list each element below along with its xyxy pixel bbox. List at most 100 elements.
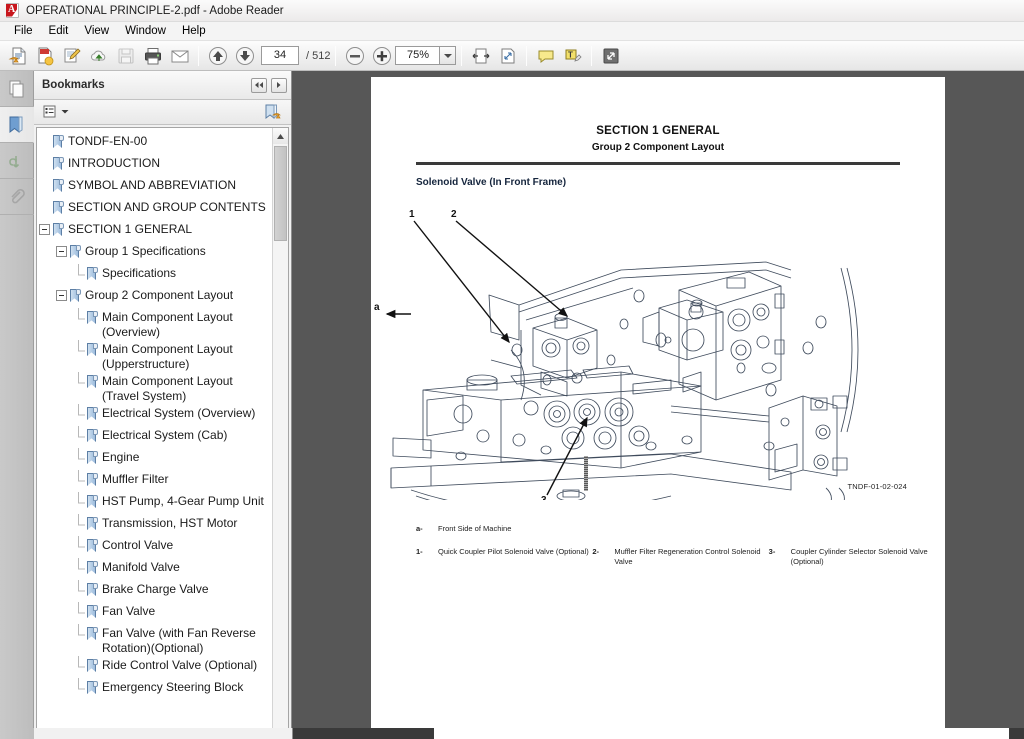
bookmark-label: SYMBOL AND ABBREVIATION	[68, 178, 237, 192]
menu-bar: File Edit View Window Help	[0, 22, 1024, 41]
menu-view[interactable]: View	[76, 23, 117, 39]
new-bookmark-icon[interactable]	[261, 102, 285, 122]
collapse-node-icon[interactable]	[56, 290, 67, 301]
bookmark-item[interactable]: Manifold Valve	[37, 558, 272, 580]
header-divider	[416, 162, 900, 165]
solenoid-valve-diagram: 1 2 3 a	[374, 209, 859, 500]
bookmarks-icon[interactable]	[0, 107, 34, 143]
legend-key-2: 2-	[592, 547, 599, 556]
collapse-panel-icon[interactable]	[251, 77, 267, 93]
zoom-out-icon[interactable]	[341, 43, 368, 69]
twisty-placeholder	[73, 656, 86, 678]
twisty-placeholder	[73, 340, 86, 362]
bookmark-item[interactable]: Group 2 Component Layout	[37, 286, 272, 308]
fit-page-icon[interactable]	[494, 43, 521, 69]
comment-edit-icon[interactable]	[58, 43, 85, 69]
fit-width-icon[interactable]	[467, 43, 494, 69]
bookmark-label: Main Component Layout (Overview)	[102, 310, 233, 339]
bookmark-item[interactable]: Muffler Filter	[37, 470, 272, 492]
options-list-icon[interactable]	[40, 102, 72, 122]
menu-window[interactable]: Window	[117, 23, 174, 39]
print-icon[interactable]	[139, 43, 166, 69]
signatures-icon[interactable]	[0, 143, 34, 179]
chevron-down-icon[interactable]	[439, 46, 457, 65]
bookmark-item[interactable]: Main Component Layout (Upperstructure)	[37, 340, 272, 372]
bookmark-label: Group 2 Component Layout	[85, 288, 234, 302]
email-icon[interactable]	[166, 43, 193, 69]
upload-cloud-icon[interactable]	[85, 43, 112, 69]
bookmark-item[interactable]: INTRODUCTION	[37, 154, 272, 176]
bookmark-page-icon	[53, 223, 64, 237]
zoom-in-icon[interactable]	[368, 43, 395, 69]
callout-1: 1	[409, 209, 415, 220]
bookmark-page-icon	[53, 201, 64, 215]
menu-edit[interactable]: Edit	[41, 23, 77, 39]
menu-file[interactable]: File	[6, 23, 41, 39]
figure-legend: a- Front Side of Machine 1- Quick Couple…	[416, 524, 945, 567]
bookmark-item[interactable]: Specifications	[37, 264, 272, 286]
bookmark-label: HST Pump, 4-Gear Pump Unit	[102, 494, 264, 508]
bookmark-item[interactable]: TONDF-EN-00	[37, 132, 272, 154]
callout-3: 3	[541, 495, 547, 500]
bookmark-page-icon	[70, 289, 81, 303]
twisty-placeholder	[73, 558, 86, 580]
bookmark-item[interactable]: Fan Valve	[37, 602, 272, 624]
read-mode-icon[interactable]	[597, 43, 624, 69]
twisty-placeholder	[73, 678, 86, 700]
bookmarks-tree[interactable]: TONDF-EN-00 INTRODUCTION SYMBOL AND ABBREV…	[37, 128, 272, 739]
bookmark-item[interactable]: SYMBOL AND ABBREVIATION	[37, 176, 272, 198]
bookmark-item[interactable]: Emergency Steering Block	[37, 678, 272, 700]
bookmark-label: Control Valve	[102, 538, 174, 552]
bookmark-label: Manifold Valve	[102, 560, 180, 574]
bookmark-item[interactable]: Engine	[37, 448, 272, 470]
bookmark-page-icon	[87, 429, 98, 443]
bookmark-item[interactable]: Main Component Layout (Overview)	[37, 308, 272, 340]
bookmark-item[interactable]: Ride Control Valve (Optional)	[37, 656, 272, 678]
save-icon[interactable]	[112, 43, 139, 69]
bookmark-page-icon	[87, 311, 98, 325]
previous-page-icon[interactable]	[204, 43, 231, 69]
bookmark-item[interactable]: Group 1 Specifications	[37, 242, 272, 264]
bookmark-item[interactable]: Brake Charge Valve	[37, 580, 272, 602]
document-view[interactable]: SECTION 1 GENERAL Group 2 Component Layo…	[292, 71, 1024, 739]
collapse-node-icon[interactable]	[39, 224, 50, 235]
collapse-node-icon[interactable]	[56, 246, 67, 257]
bookmark-item[interactable]: Fan Valve (with Fan Reverse Rotation)(Op…	[37, 624, 272, 656]
attachments-icon[interactable]	[0, 179, 34, 215]
twisty-placeholder	[73, 264, 86, 286]
bookmark-item[interactable]: SECTION AND GROUP CONTENTS	[37, 198, 272, 220]
bookmark-label: Main Component Layout (Upperstructure)	[102, 342, 233, 371]
bookmark-item[interactable]: Electrical System (Cab)	[37, 426, 272, 448]
next-page-icon[interactable]	[231, 43, 258, 69]
scroll-up-arrow-icon[interactable]	[273, 128, 288, 144]
create-pdf-icon[interactable]	[31, 43, 58, 69]
twisty-placeholder	[73, 514, 86, 536]
legend-value-1: Quick Coupler Pilot Solenoid Valve (Opti…	[438, 547, 589, 556]
bookmark-page-icon	[87, 659, 98, 673]
toolbar-separator-5	[591, 45, 593, 66]
page-number-input[interactable]: 34	[261, 46, 299, 65]
bookmark-item[interactable]: HST Pump, 4-Gear Pump Unit	[37, 492, 272, 514]
bookmark-item[interactable]: Control Valve	[37, 536, 272, 558]
legend-value-a: Front Side of Machine	[438, 524, 512, 533]
zoom-level-input[interactable]: 75%	[395, 46, 440, 65]
scrollbar-track[interactable]	[273, 144, 288, 729]
expand-panel-icon[interactable]	[271, 77, 287, 93]
panel-splitter-grip[interactable]	[584, 456, 588, 491]
highlight-text-icon[interactable]: T	[559, 43, 586, 69]
bookmark-item[interactable]: Transmission, HST Motor	[37, 514, 272, 536]
menu-help[interactable]: Help	[174, 23, 214, 39]
bookmark-label: Brake Charge Valve	[102, 582, 209, 596]
bookmark-item[interactable]: Main Component Layout (Travel System)	[37, 372, 272, 404]
page-thumbnails-icon[interactable]	[0, 71, 34, 107]
open-file-icon[interactable]	[4, 43, 31, 69]
scrollbar-thumb[interactable]	[274, 146, 287, 241]
bookmark-item[interactable]: Electrical System (Overview)	[37, 404, 272, 426]
bookmark-label: Muffler Filter	[102, 472, 169, 486]
window-title: OPERATIONAL PRINCIPLE-2.pdf - Adobe Read…	[26, 4, 284, 17]
bookmark-label: Transmission, HST Motor	[102, 516, 238, 530]
bookmarks-scrollbar[interactable]	[272, 128, 288, 739]
sticky-note-icon[interactable]	[532, 43, 559, 69]
bookmark-item[interactable]: SECTION 1 GENERAL	[37, 220, 272, 242]
legend-item-3: 3- Coupler Cylinder Selector Solenoid Va…	[769, 547, 945, 567]
